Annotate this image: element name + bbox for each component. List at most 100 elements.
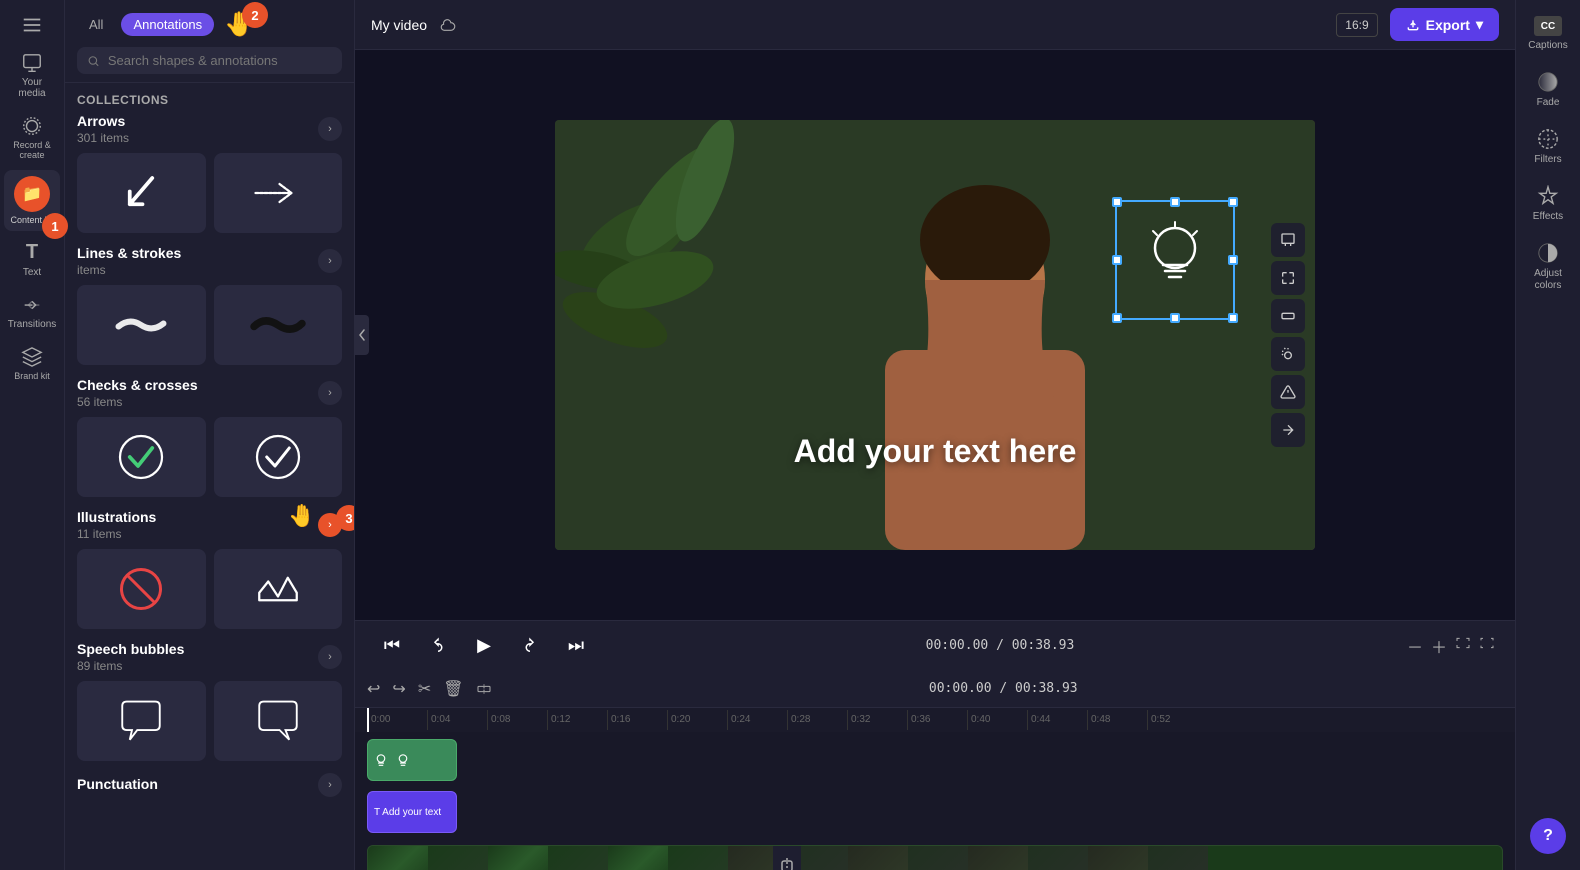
ratio-badge[interactable]: 16:9 [1336, 13, 1377, 37]
export-button[interactable]: Export ▾ [1390, 8, 1499, 41]
handle-top-left[interactable] [1112, 197, 1122, 207]
brush-stroke-white-icon [111, 295, 171, 355]
adjust-colors-icon [1537, 242, 1559, 264]
sidebar-menu-button[interactable] [4, 8, 60, 42]
punctuation-chevron[interactable]: › [318, 773, 342, 797]
collection-punctuation-header[interactable]: Punctuation › [77, 773, 342, 797]
sidebar-item-content[interactable]: 📁 Content lib 1 [4, 170, 60, 231]
undo-button[interactable]: ↩ [367, 679, 380, 699]
zoom-out-button[interactable]: － [1407, 634, 1423, 658]
search-input[interactable] [108, 53, 332, 68]
collection-punctuation: Punctuation › [65, 773, 354, 817]
tool-resize[interactable] [1271, 261, 1305, 295]
shapes-panel: All Annotations 🤚 2 Collections Arrows 3… [65, 0, 355, 870]
checkmark-circle-white-icon [248, 427, 308, 487]
sidebar-item-brand[interactable]: Brand kit [4, 340, 60, 387]
fit-button[interactable] [1455, 635, 1471, 656]
skip-forward-button[interactable]: ⏭ [559, 629, 593, 663]
tool-crop[interactable] [1271, 223, 1305, 257]
weather-icon [439, 16, 457, 34]
rewind-button[interactable] [421, 629, 455, 663]
collection-illustrations-header[interactable]: Illustrations 11 items › 🤚 3 [77, 509, 342, 541]
sidebar-item-text[interactable]: T Text [4, 235, 60, 284]
tool-rotate[interactable] [1271, 337, 1305, 371]
clip-thumbnail-strip [368, 846, 1502, 870]
collection-checks: Checks & crosses 56 items › [65, 377, 354, 509]
text-clip-label: T Add your text [374, 807, 441, 818]
tab-all[interactable]: All [77, 13, 115, 36]
lines-chevron[interactable]: › [318, 249, 342, 273]
search-icon [87, 54, 100, 68]
sidebar-captions[interactable]: CC Captions [1520, 8, 1576, 59]
line-thumb-1[interactable] [77, 285, 206, 365]
sidebar-item-transitions[interactable]: Transitions [4, 288, 60, 336]
sidebar-item-media[interactable]: Your media [4, 46, 60, 105]
delete-button[interactable]: 🗑 [443, 679, 463, 699]
handle-right-mid[interactable] [1228, 255, 1238, 265]
speech-bubble-thumb-1[interactable] [77, 681, 206, 761]
handle-bottom-mid[interactable] [1170, 313, 1180, 323]
video-clip[interactable] [367, 845, 1503, 870]
collection-arrows: Arrows 301 items › [65, 113, 354, 245]
timeline-ruler: 0:00 0:04 0:08 0:12 0:16 0:20 0:24 0:28 … [355, 708, 1515, 732]
text-overlay[interactable]: Add your text here [794, 433, 1077, 470]
selected-annotation[interactable] [1115, 200, 1235, 320]
line-thumb-2[interactable] [214, 285, 343, 365]
arrow-down-left-icon [111, 163, 171, 223]
ruler-marks: 0:00 0:04 0:08 0:12 0:16 0:20 0:24 0:28 … [367, 710, 1207, 730]
sidebar-fade[interactable]: Fade [1520, 63, 1576, 116]
illustration-thumb-2[interactable] [214, 549, 343, 629]
handle-bottom-right[interactable] [1228, 313, 1238, 323]
fullscreen-button[interactable] [1479, 635, 1495, 656]
sidebar-filters[interactable]: Filters [1520, 120, 1576, 173]
tool-send-back[interactable] [1271, 413, 1305, 447]
speech-bubble-outline-2-icon [248, 691, 308, 751]
arrow-thumb-1[interactable] [77, 153, 206, 233]
split-button[interactable] [476, 681, 492, 697]
tool-warning[interactable] [1271, 375, 1305, 409]
handle-top-mid[interactable] [1170, 197, 1180, 207]
redo-button[interactable]: ↪ [392, 679, 405, 699]
tab-annotations[interactable]: Annotations [121, 13, 214, 36]
collection-lines-header[interactable]: Lines & strokes items › [77, 245, 342, 277]
collection-arrows-header[interactable]: Arrows 301 items › [77, 113, 342, 145]
forward-button[interactable] [513, 629, 547, 663]
zoom-in-button[interactable]: ＋ [1431, 634, 1447, 658]
illustrations-chevron[interactable]: › 🤚 3 [318, 513, 342, 537]
check-thumb-1[interactable] [77, 417, 206, 497]
annotation-track [367, 736, 1503, 784]
check-thumb-2[interactable] [214, 417, 343, 497]
speech-bubbles-chevron[interactable]: › [318, 645, 342, 669]
skip-back-button[interactable]: ⏮ [375, 629, 409, 663]
collection-speech-bubbles-header[interactable]: Speech bubbles 89 items › [77, 641, 342, 673]
playback-bar: ⏮ ▶ ⏭ 00:00.00 / 00:38.93 － ＋ [355, 620, 1515, 670]
cut-button[interactable]: ✂ [418, 679, 431, 699]
arrow-right-outline-icon [248, 163, 308, 223]
handle-bottom-left[interactable] [1112, 313, 1122, 323]
sidebar-adjust-colors[interactable]: Adjust colors [1520, 234, 1576, 300]
collection-checks-header[interactable]: Checks & crosses 56 items › [77, 377, 342, 409]
step-badge-2: 2 [242, 2, 268, 28]
clip-thumb-2 [428, 846, 488, 870]
captions-icon: CC [1534, 16, 1562, 36]
sidebar-item-record[interactable]: Record & create [4, 109, 60, 166]
help-button[interactable]: ? [1530, 818, 1566, 854]
illustration-thumb-1[interactable] [77, 549, 206, 629]
clip-thumb-14 [1148, 846, 1208, 870]
sidebar-effects[interactable]: Effects [1520, 177, 1576, 230]
tool-animate[interactable] [1271, 299, 1305, 333]
arrow-thumb-2[interactable] [214, 153, 343, 233]
handle-top-right[interactable] [1228, 197, 1238, 207]
split-icon [779, 858, 795, 870]
checks-chevron[interactable]: › [318, 381, 342, 405]
play-button[interactable]: ▶ [467, 629, 501, 663]
handle-left-mid[interactable] [1112, 255, 1122, 265]
search-box [77, 47, 342, 74]
background-svg [555, 120, 1315, 550]
annotation-clip[interactable] [367, 739, 457, 781]
panel-toggle[interactable] [355, 315, 369, 355]
text-clip[interactable]: T Add your text [367, 791, 457, 833]
speech-bubble-thumb-2[interactable] [214, 681, 343, 761]
arrows-chevron[interactable]: › [318, 117, 342, 141]
main-area: My video 16:9 Export ▾ [355, 0, 1515, 870]
